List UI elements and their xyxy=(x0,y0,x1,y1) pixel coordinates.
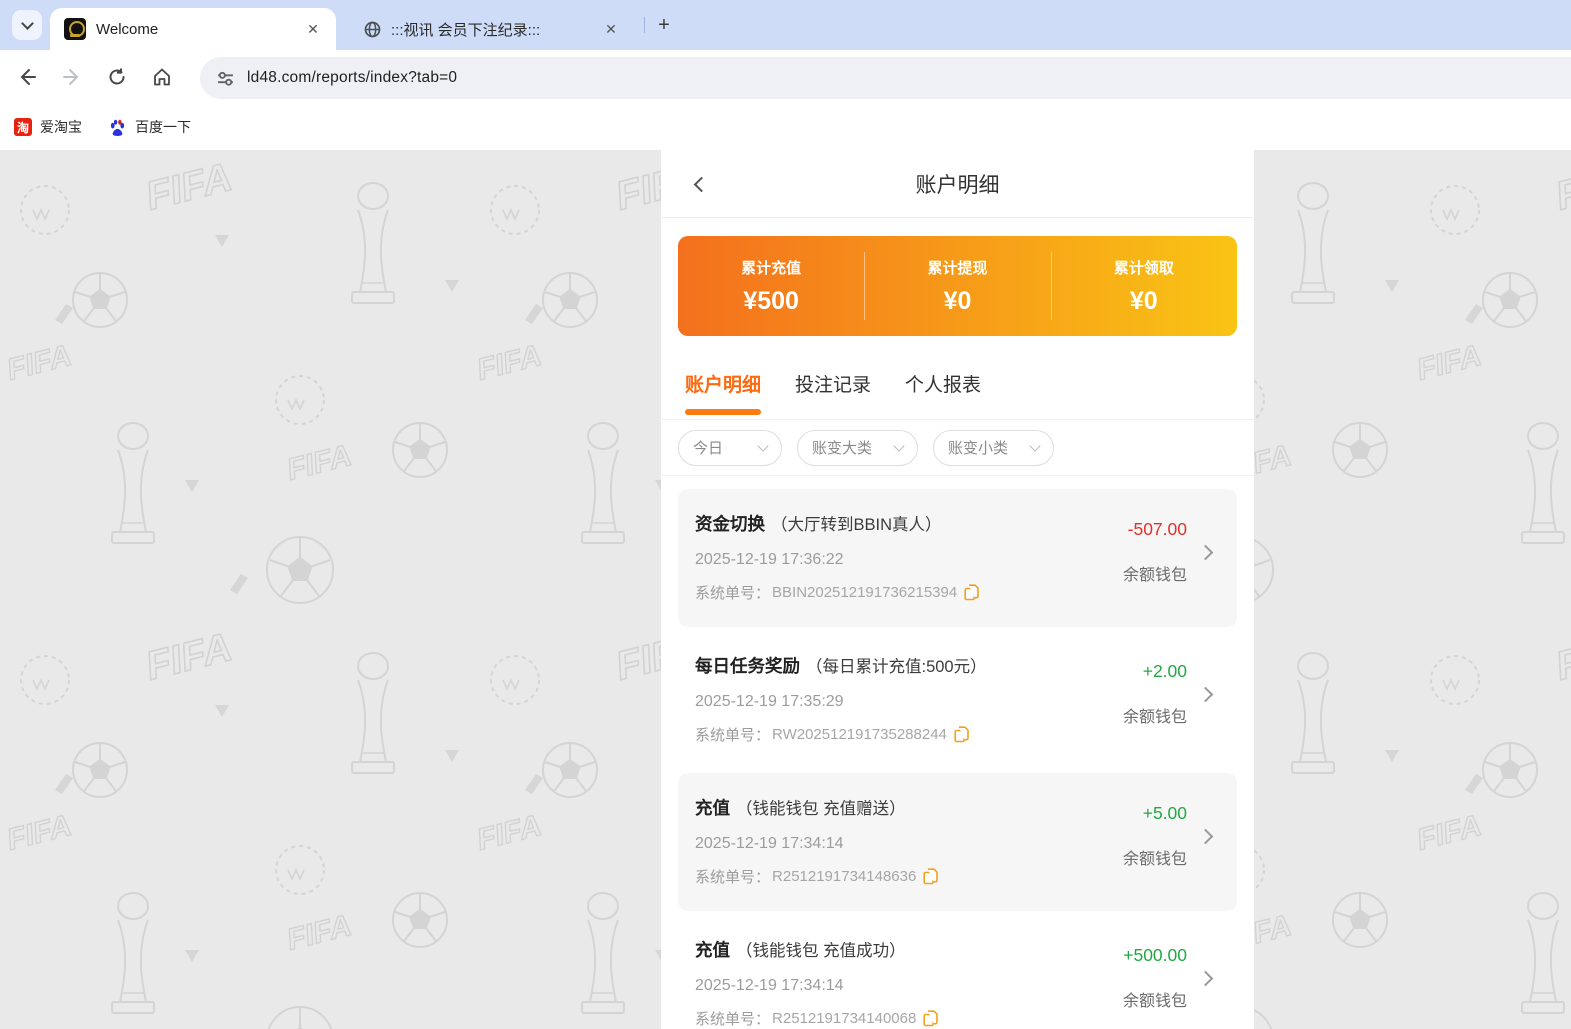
transaction-type: 资金切换 xyxy=(695,514,765,534)
url-bar[interactable]: ld48.com/reports/index?tab=0 xyxy=(200,57,1571,99)
new-tab-button[interactable]: + xyxy=(652,13,676,37)
transaction-subtitle: （大厅转到BBIN真人） xyxy=(771,516,942,534)
summary-label: 累计提现 xyxy=(927,259,988,277)
transaction-list: 资金切换 （大厅转到BBIN真人） 2025-12-19 17:36:22 系统… xyxy=(661,476,1254,1029)
filter-label: 账变大类 xyxy=(812,440,873,457)
chevron-down-icon xyxy=(757,439,769,452)
browser-tab-welcome[interactable]: Welcome ✕ xyxy=(50,8,336,50)
transaction-row[interactable]: 每日任务奖励 （每日累计充值:500元） 2025-12-19 17:35:29… xyxy=(678,631,1237,769)
order-label: 系统单号： xyxy=(695,1011,771,1028)
transaction-type: 每日任务奖励 xyxy=(695,656,800,676)
wallet-name: 余额钱包 xyxy=(1122,993,1187,1010)
tab-title: Welcome xyxy=(96,20,159,38)
transaction-type: 充值 xyxy=(695,940,730,960)
chevron-down-icon xyxy=(1029,439,1041,452)
tab-title: :::视讯 会员下注纪录::: xyxy=(391,21,541,39)
transaction-amount: +5.00 xyxy=(1142,803,1187,823)
summary-total-withdraw: 累计提现 ¥0 xyxy=(864,236,1050,336)
wallet-name: 余额钱包 xyxy=(1122,709,1187,726)
transaction-subtitle: （钱能钱包 充值赠送） xyxy=(736,800,906,818)
account-detail-panel: 账户明细 累计充值 ¥500 累计提现 ¥0 累计领取 ¥0 账户明细 投注记录… xyxy=(661,150,1254,1029)
chevron-down-icon xyxy=(893,439,905,452)
tab-account-detail[interactable]: 账户明细 xyxy=(685,370,761,399)
order-number: BBIN202512191736215394 xyxy=(772,584,958,601)
bookmark-taobao[interactable]: 淘 爱淘宝 xyxy=(14,117,82,137)
wallet-name: 余额钱包 xyxy=(1122,567,1187,584)
page-header: 账户明细 xyxy=(661,150,1254,218)
transaction-subtitle: （钱能钱包 充值成功） xyxy=(736,942,906,960)
filter-label: 账变小类 xyxy=(948,440,1009,457)
transaction-type: 充值 xyxy=(695,798,730,818)
chevron-down-icon xyxy=(20,16,34,30)
browser-tab-records[interactable]: :::视讯 会员下注纪录::: ✕ xyxy=(348,8,634,50)
tab-search-button[interactable] xyxy=(12,10,42,40)
transaction-row[interactable]: 充值 （钱能钱包 充值成功） 2025-12-19 17:34:14 系统单号：… xyxy=(678,915,1237,1029)
order-label: 系统单号： xyxy=(695,585,771,602)
site-favicon xyxy=(64,18,86,40)
url-text: ld48.com/reports/index?tab=0 xyxy=(247,69,458,86)
order-number: R2512191734140068 xyxy=(772,1010,917,1027)
tab-personal-report[interactable]: 个人报表 xyxy=(905,370,981,399)
transaction-subtitle: （每日累计充值:500元） xyxy=(806,658,987,676)
summary-label: 累计充值 xyxy=(741,259,802,277)
page-viewport: FIFA FIFA FIFA 账户明细 累计充值 xyxy=(0,150,1571,1029)
bookmark-label: 百度一下 xyxy=(135,119,191,135)
transaction-row[interactable]: 资金切换 （大厅转到BBIN真人） 2025-12-19 17:36:22 系统… xyxy=(678,489,1237,627)
bookmark-label: 爱淘宝 xyxy=(40,119,82,135)
summary-total-claimed: 累计领取 ¥0 xyxy=(1050,236,1237,336)
tab-divider xyxy=(644,17,645,33)
tab-bet-records[interactable]: 投注记录 xyxy=(795,370,871,399)
filter-row: 今日 账变大类 账变小类 xyxy=(661,420,1254,476)
transaction-row[interactable]: 充值 （钱能钱包 充值赠送） 2025-12-19 17:34:14 系统单号：… xyxy=(678,773,1237,911)
order-label: 系统单号： xyxy=(695,869,771,886)
transaction-amount: -507.00 xyxy=(1127,519,1187,539)
close-tab-icon[interactable]: ✕ xyxy=(600,18,622,40)
summary-label: 累计领取 xyxy=(1113,259,1174,277)
globe-icon xyxy=(364,21,381,37)
order-number: R2512191734148636 xyxy=(772,868,917,885)
wallet-name: 余额钱包 xyxy=(1122,851,1187,868)
summary-value: ¥500 xyxy=(743,286,799,315)
site-settings-icon[interactable] xyxy=(216,69,235,88)
browser-toolbar: ld48.com/reports/index?tab=0 xyxy=(0,50,1571,104)
close-tab-icon[interactable]: ✕ xyxy=(302,18,324,40)
copy-icon[interactable] xyxy=(923,1010,939,1027)
back-button[interactable] xyxy=(685,170,713,198)
order-number: RW202512191735288244 xyxy=(772,726,947,743)
back-button[interactable] xyxy=(10,60,44,94)
bookmarks-bar: 淘 爱淘宝 百度一下 xyxy=(0,104,1571,150)
date-filter-dropdown[interactable]: 今日 xyxy=(678,429,782,466)
order-label: 系统单号： xyxy=(695,727,771,744)
copy-icon[interactable] xyxy=(954,726,969,743)
summary-card: 累计充值 ¥500 累计提现 ¥0 累计领取 ¥0 xyxy=(678,236,1237,336)
page-title: 账户明细 xyxy=(915,173,1000,197)
minor-category-dropdown[interactable]: 账变小类 xyxy=(933,429,1054,466)
report-tabs: 账户明细 投注记录 个人报表 xyxy=(661,336,1254,420)
bookmark-baidu[interactable]: 百度一下 xyxy=(108,117,191,137)
home-button[interactable] xyxy=(145,60,179,94)
summary-total-deposit: 累计充值 ¥500 xyxy=(678,236,864,336)
taobao-icon: 淘 xyxy=(14,118,32,136)
baidu-icon xyxy=(110,119,125,136)
copy-icon[interactable] xyxy=(923,868,939,885)
summary-value: ¥0 xyxy=(1129,286,1158,315)
chevron-left-icon xyxy=(693,176,709,192)
filter-label: 今日 xyxy=(693,440,724,457)
transaction-amount: +2.00 xyxy=(1142,661,1187,681)
copy-icon[interactable] xyxy=(964,584,979,601)
browser-tab-strip: Welcome ✕ :::视讯 会员下注纪录::: ✕ + xyxy=(0,0,1571,50)
major-category-dropdown[interactable]: 账变大类 xyxy=(797,429,918,466)
summary-value: ¥0 xyxy=(943,286,972,315)
transaction-amount: +500.00 xyxy=(1123,945,1187,965)
forward-button[interactable] xyxy=(55,60,89,94)
reload-button[interactable] xyxy=(100,60,134,94)
